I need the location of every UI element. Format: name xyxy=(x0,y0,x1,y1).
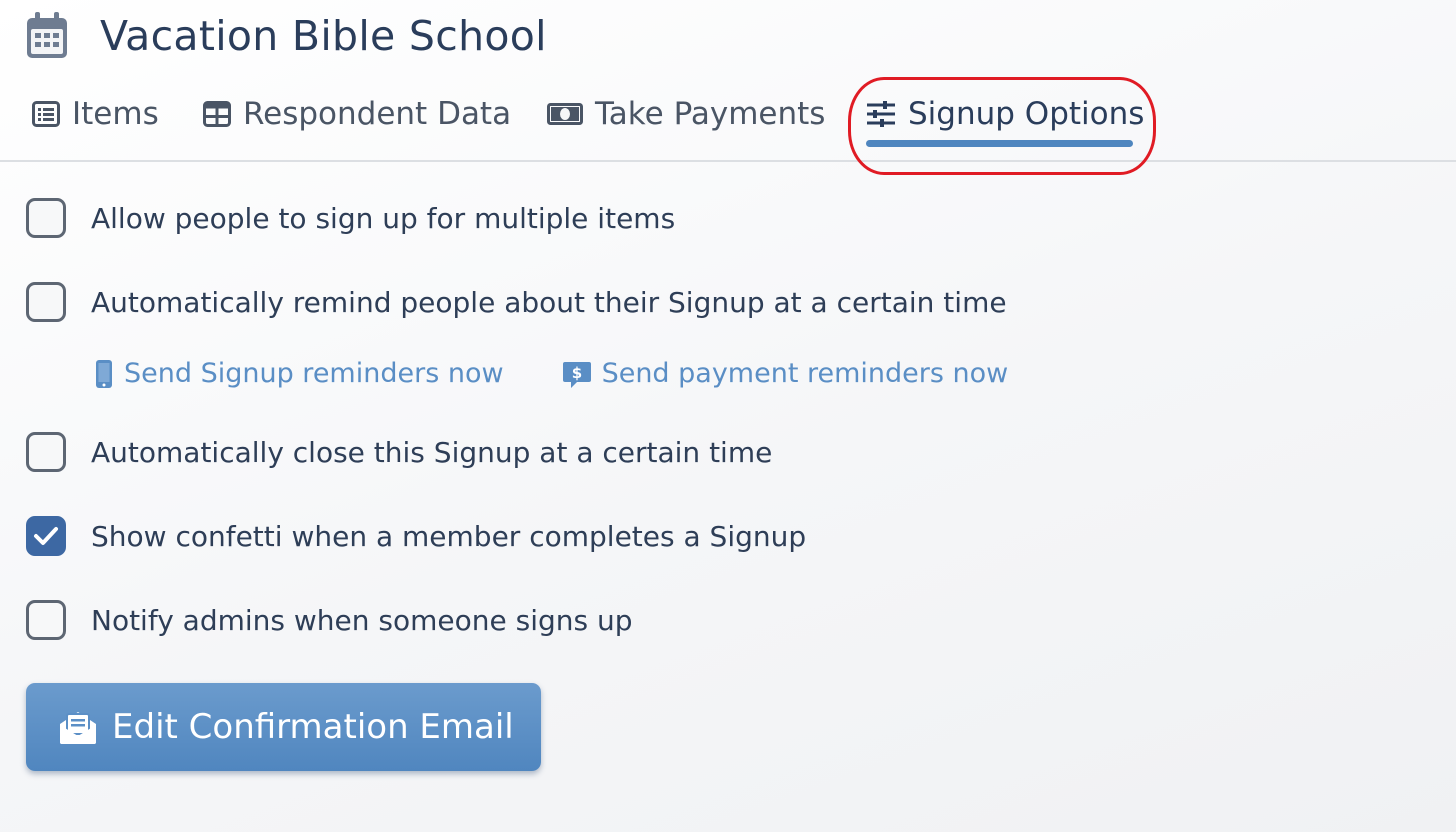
send-signup-reminders-link[interactable]: Send Signup reminders now xyxy=(94,358,504,389)
checkbox-show-confetti[interactable] xyxy=(26,516,66,556)
option-label: Allow people to sign up for multiple ite… xyxy=(91,201,676,235)
option-notify-admins[interactable]: Notify admins when someone signs up xyxy=(26,600,633,640)
calendar-icon xyxy=(27,12,67,58)
reminder-links: Send Signup reminders now $ Send payment… xyxy=(94,358,1008,389)
tab-respondent-data[interactable]: Respondent Data xyxy=(203,96,511,132)
envelope-open-icon xyxy=(60,712,96,744)
option-auto-remind[interactable]: Automatically remind people about their … xyxy=(26,282,1007,322)
mobile-phone-icon xyxy=(96,359,112,388)
money-icon xyxy=(547,103,583,125)
page-title: Vacation Bible School xyxy=(100,12,547,60)
option-label: Notify admins when someone signs up xyxy=(91,603,633,637)
tab-signup-options[interactable]: Signup Options xyxy=(866,96,1144,132)
tab-items-label: Items xyxy=(72,96,159,132)
option-label: Show confetti when a member completes a … xyxy=(91,519,807,553)
tab-take-payments-label: Take Payments xyxy=(595,96,826,132)
option-label: Automatically close this Signup at a cer… xyxy=(91,435,773,469)
checkbox-multiple-items[interactable] xyxy=(26,198,66,238)
tab-items[interactable]: Items xyxy=(32,96,159,132)
send-payment-reminders-link[interactable]: $ Send payment reminders now xyxy=(562,358,1009,389)
send-signup-reminders-label: Send Signup reminders now xyxy=(124,358,504,389)
table-icon xyxy=(203,101,231,127)
checkbox-auto-remind[interactable] xyxy=(26,282,66,322)
tab-take-payments[interactable]: Take Payments xyxy=(547,96,825,132)
checkbox-notify-admins[interactable] xyxy=(26,600,66,640)
checkbox-auto-close[interactable] xyxy=(26,432,66,472)
active-tab-indicator xyxy=(866,140,1133,147)
option-label: Automatically remind people about their … xyxy=(91,285,1007,319)
svg-text:$: $ xyxy=(571,364,581,382)
tab-respondent-data-label: Respondent Data xyxy=(243,96,512,132)
tab-signup-options-label: Signup Options xyxy=(908,96,1145,132)
page-header: Vacation Bible School xyxy=(26,10,547,62)
option-auto-close[interactable]: Automatically close this Signup at a cer… xyxy=(26,432,772,472)
dollar-message-icon: $ xyxy=(562,361,591,388)
send-payment-reminders-label: Send payment reminders now xyxy=(601,358,1009,389)
checkmark-icon xyxy=(34,527,58,545)
sliders-icon xyxy=(867,101,895,127)
edit-confirmation-email-button[interactable]: Edit Confirmation Email xyxy=(26,683,541,771)
option-multiple-items[interactable]: Allow people to sign up for multiple ite… xyxy=(26,198,675,238)
list-icon xyxy=(32,101,60,127)
edit-confirmation-email-label: Edit Confirmation Email xyxy=(112,707,514,747)
tab-bar: Items Respondent Data Take Payments Sign… xyxy=(0,86,1456,162)
option-show-confetti[interactable]: Show confetti when a member completes a … xyxy=(26,516,806,556)
